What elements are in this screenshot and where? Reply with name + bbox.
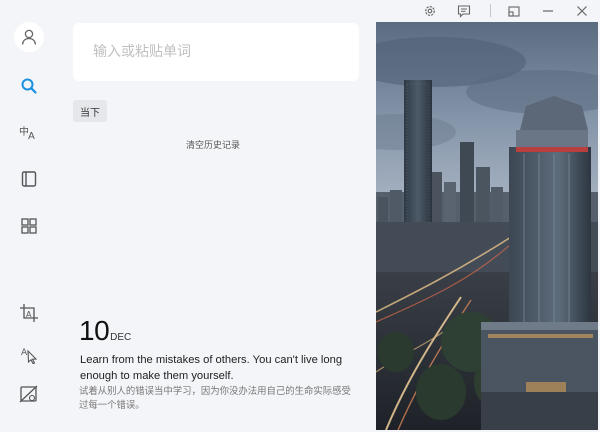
title-bar-divider [490,4,491,17]
close-icon [577,6,587,16]
settings-icon [425,6,435,16]
svg-text:A: A [28,131,35,141]
quote-date: 10 DEC [79,315,131,347]
quote-chinese: 试着从别人的错误当中学习，因为你没办法用自己的生命实际感受过每一个错误。 [79,386,351,411]
pick-translate-icon: A [21,348,38,364]
notebook-icon [21,171,37,187]
daily-photo [376,22,598,430]
minimize-button[interactable] [538,2,558,20]
screenshot-translate-icon: A [20,304,38,322]
sidebar-item-pick-translate[interactable]: A [10,335,48,373]
city-skyline-image [376,22,598,430]
svg-text:A: A [21,348,28,358]
quote-day: 10 [79,315,110,346]
clear-history-link[interactable]: 清空历史记录 [186,138,240,151]
title-bar [376,0,600,22]
settings-button[interactable] [420,2,440,20]
quote-english: Learn from the mistakes of others. You c… [80,354,343,382]
minimize-icon [543,10,553,12]
quote-month: DEC [110,332,132,343]
translate-icon: 中 A [19,125,35,141]
sidebar-item-disable-pick[interactable] [10,375,48,413]
mini-window-icon [508,6,520,17]
svg-text:A: A [26,310,32,319]
close-button[interactable] [572,2,592,20]
sidebar-item-translate[interactable]: 中 A [10,113,48,151]
disable-pick-icon [19,385,38,403]
history-tag-current[interactable]: 当下 [73,100,107,122]
sidebar-item-apps[interactable] [10,207,48,245]
sidebar: 中 A A A [0,0,58,432]
user-avatar[interactable] [14,22,44,52]
sidebar-item-screenshot-translate[interactable]: A [10,294,48,332]
sidebar-item-search[interactable] [10,67,48,105]
sidebar-item-notebook[interactable] [10,160,48,198]
apps-icon [21,218,37,234]
feedback-icon [457,5,471,18]
feedback-button[interactable] [454,2,474,20]
search-input[interactable] [73,23,359,81]
mini-window-button[interactable] [504,2,524,20]
search-icon [21,78,37,94]
user-icon [21,29,37,45]
